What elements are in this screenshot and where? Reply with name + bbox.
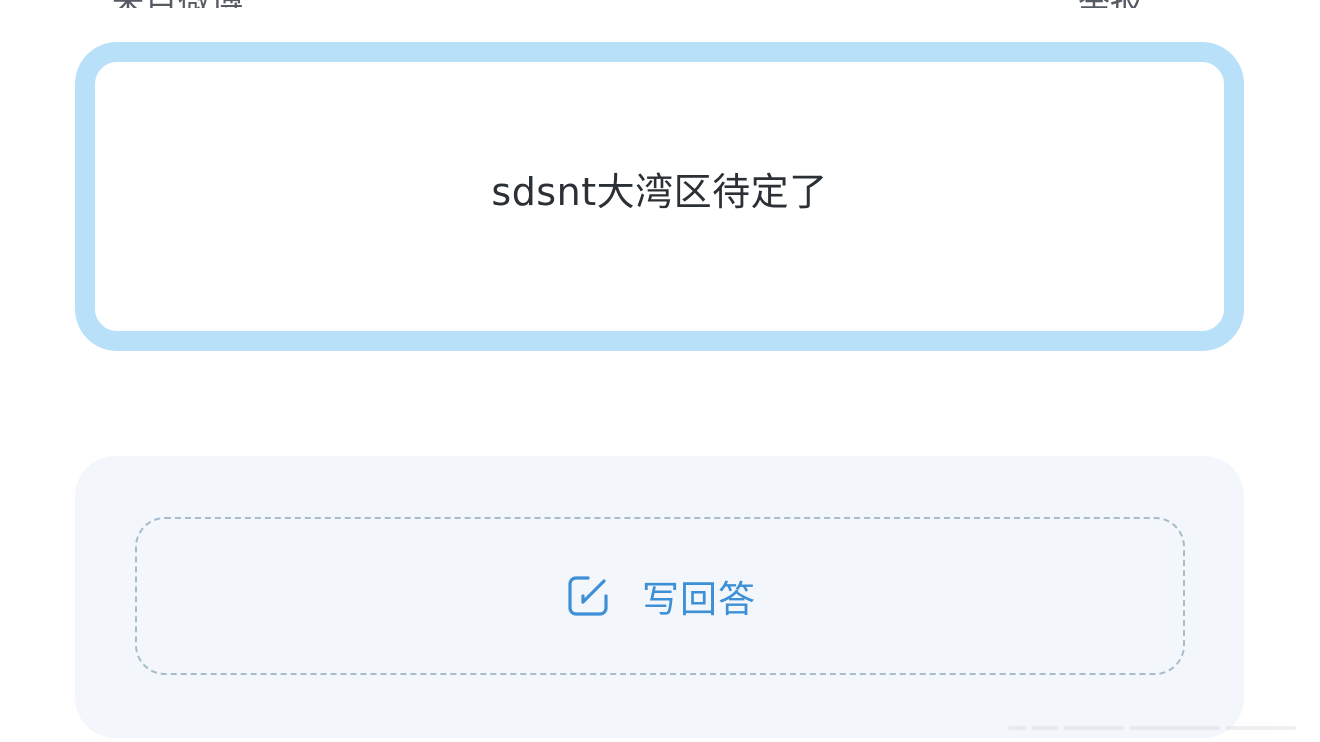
write-answer-button[interactable]: 写回答 xyxy=(135,517,1185,675)
watermark xyxy=(1008,690,1308,730)
top-right-text: 举报 xyxy=(1078,0,1142,8)
question-card: sdsnt大湾区待定了 xyxy=(75,42,1244,351)
question-text: sdsnt大湾区待定了 xyxy=(491,170,828,214)
top-left-text: 来自微博 xyxy=(112,0,244,8)
write-answer-label: 写回答 xyxy=(642,578,756,621)
edit-icon xyxy=(568,576,608,616)
top-bar-remnant: 来自微博 举报 xyxy=(0,0,1320,8)
